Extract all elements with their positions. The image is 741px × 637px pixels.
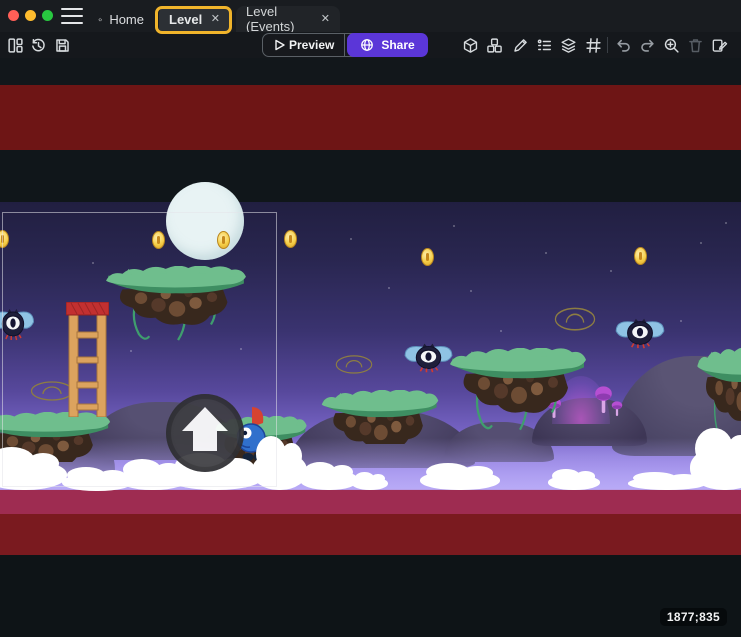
editor-background-top	[0, 58, 741, 85]
cursor-coordinates-badge: 1877;835	[660, 608, 727, 626]
pencil-icon[interactable]	[511, 36, 529, 54]
editor-background-mid	[0, 150, 741, 202]
tab-level-close-icon[interactable]: ✕	[211, 14, 220, 25]
star-2	[388, 287, 390, 289]
star-11	[680, 320, 682, 322]
main-menu-icon[interactable]	[61, 8, 83, 24]
tab-level[interactable]: Level ✕	[159, 6, 230, 32]
toolbar: Preview Share	[0, 32, 741, 59]
editor-background-bottom	[0, 555, 741, 637]
coin-4[interactable]	[421, 248, 434, 266]
scene-editor-canvas[interactable]: 1877;835	[0, 58, 741, 637]
camera-bounds-border	[2, 212, 277, 487]
maximize-window-button[interactable]	[42, 10, 53, 21]
objects-list-icon[interactable]	[535, 36, 553, 54]
platform-island-center[interactable]	[448, 348, 588, 434]
scene-ground-top	[0, 489, 741, 514]
zoom-in-icon[interactable]	[662, 36, 680, 54]
star-5	[725, 222, 727, 224]
toolbar-divider	[607, 37, 608, 53]
play-icon	[271, 37, 287, 53]
cloud-6	[352, 477, 388, 490]
star-13	[470, 290, 472, 292]
cloud-7	[420, 471, 500, 490]
mushroom-2	[611, 400, 623, 416]
star-9	[610, 270, 612, 272]
cloud-8	[548, 475, 600, 490]
star-0	[453, 225, 455, 227]
star-7	[500, 330, 502, 332]
tab-level-events-label: Level (Events)	[246, 4, 314, 34]
globe-icon	[360, 38, 374, 52]
ufo-outline-1[interactable]	[335, 354, 373, 374]
share-button[interactable]: Share	[347, 33, 428, 57]
history-icon[interactable]	[29, 36, 47, 54]
minimize-window-button[interactable]	[25, 10, 36, 21]
coin-5[interactable]	[634, 247, 647, 265]
cloud-5	[300, 470, 358, 490]
undo-icon[interactable]	[614, 36, 632, 54]
platform-island-middle[interactable]	[320, 390, 440, 444]
star-4	[700, 242, 702, 244]
close-window-button[interactable]	[8, 10, 19, 21]
instances-icon[interactable]	[485, 36, 503, 54]
layers-icon[interactable]	[559, 36, 577, 54]
tab-level-label: Level	[169, 12, 202, 27]
window-controls	[8, 10, 53, 21]
gdevelop-window: Home Level ✕ Level (Events) ✕ Preview	[0, 0, 741, 637]
enemy-bat-1[interactable]	[400, 340, 457, 375]
star-10	[350, 238, 352, 240]
share-button-label: Share	[381, 38, 414, 52]
tab-level-events[interactable]: Level (Events) ✕	[236, 6, 340, 32]
tab-level-events-close-icon[interactable]: ✕	[321, 14, 330, 25]
star-1	[545, 252, 547, 254]
scene-ground-bottom	[0, 514, 741, 555]
grid-icon[interactable]	[584, 36, 602, 54]
preview-button-label: Preview	[287, 38, 344, 52]
titlebar: Home Level ✕ Level (Events) ✕	[0, 0, 741, 32]
ufo-outline-2[interactable]	[554, 306, 596, 331]
home-icon	[98, 12, 102, 27]
edit-scene-icon[interactable]	[710, 36, 728, 54]
scene-red-band-top	[0, 85, 741, 150]
redo-icon[interactable]	[638, 36, 656, 54]
panels-icon[interactable]	[6, 36, 24, 54]
enemy-bat-2[interactable]	[611, 315, 669, 351]
tab-home[interactable]: Home	[88, 6, 154, 32]
coin-3[interactable]	[284, 230, 297, 248]
save-icon[interactable]	[53, 36, 71, 54]
scene-layer	[0, 58, 741, 637]
tab-home-label: Home	[109, 12, 144, 27]
trash-icon[interactable]	[686, 36, 704, 54]
3d-box-icon[interactable]	[461, 36, 479, 54]
